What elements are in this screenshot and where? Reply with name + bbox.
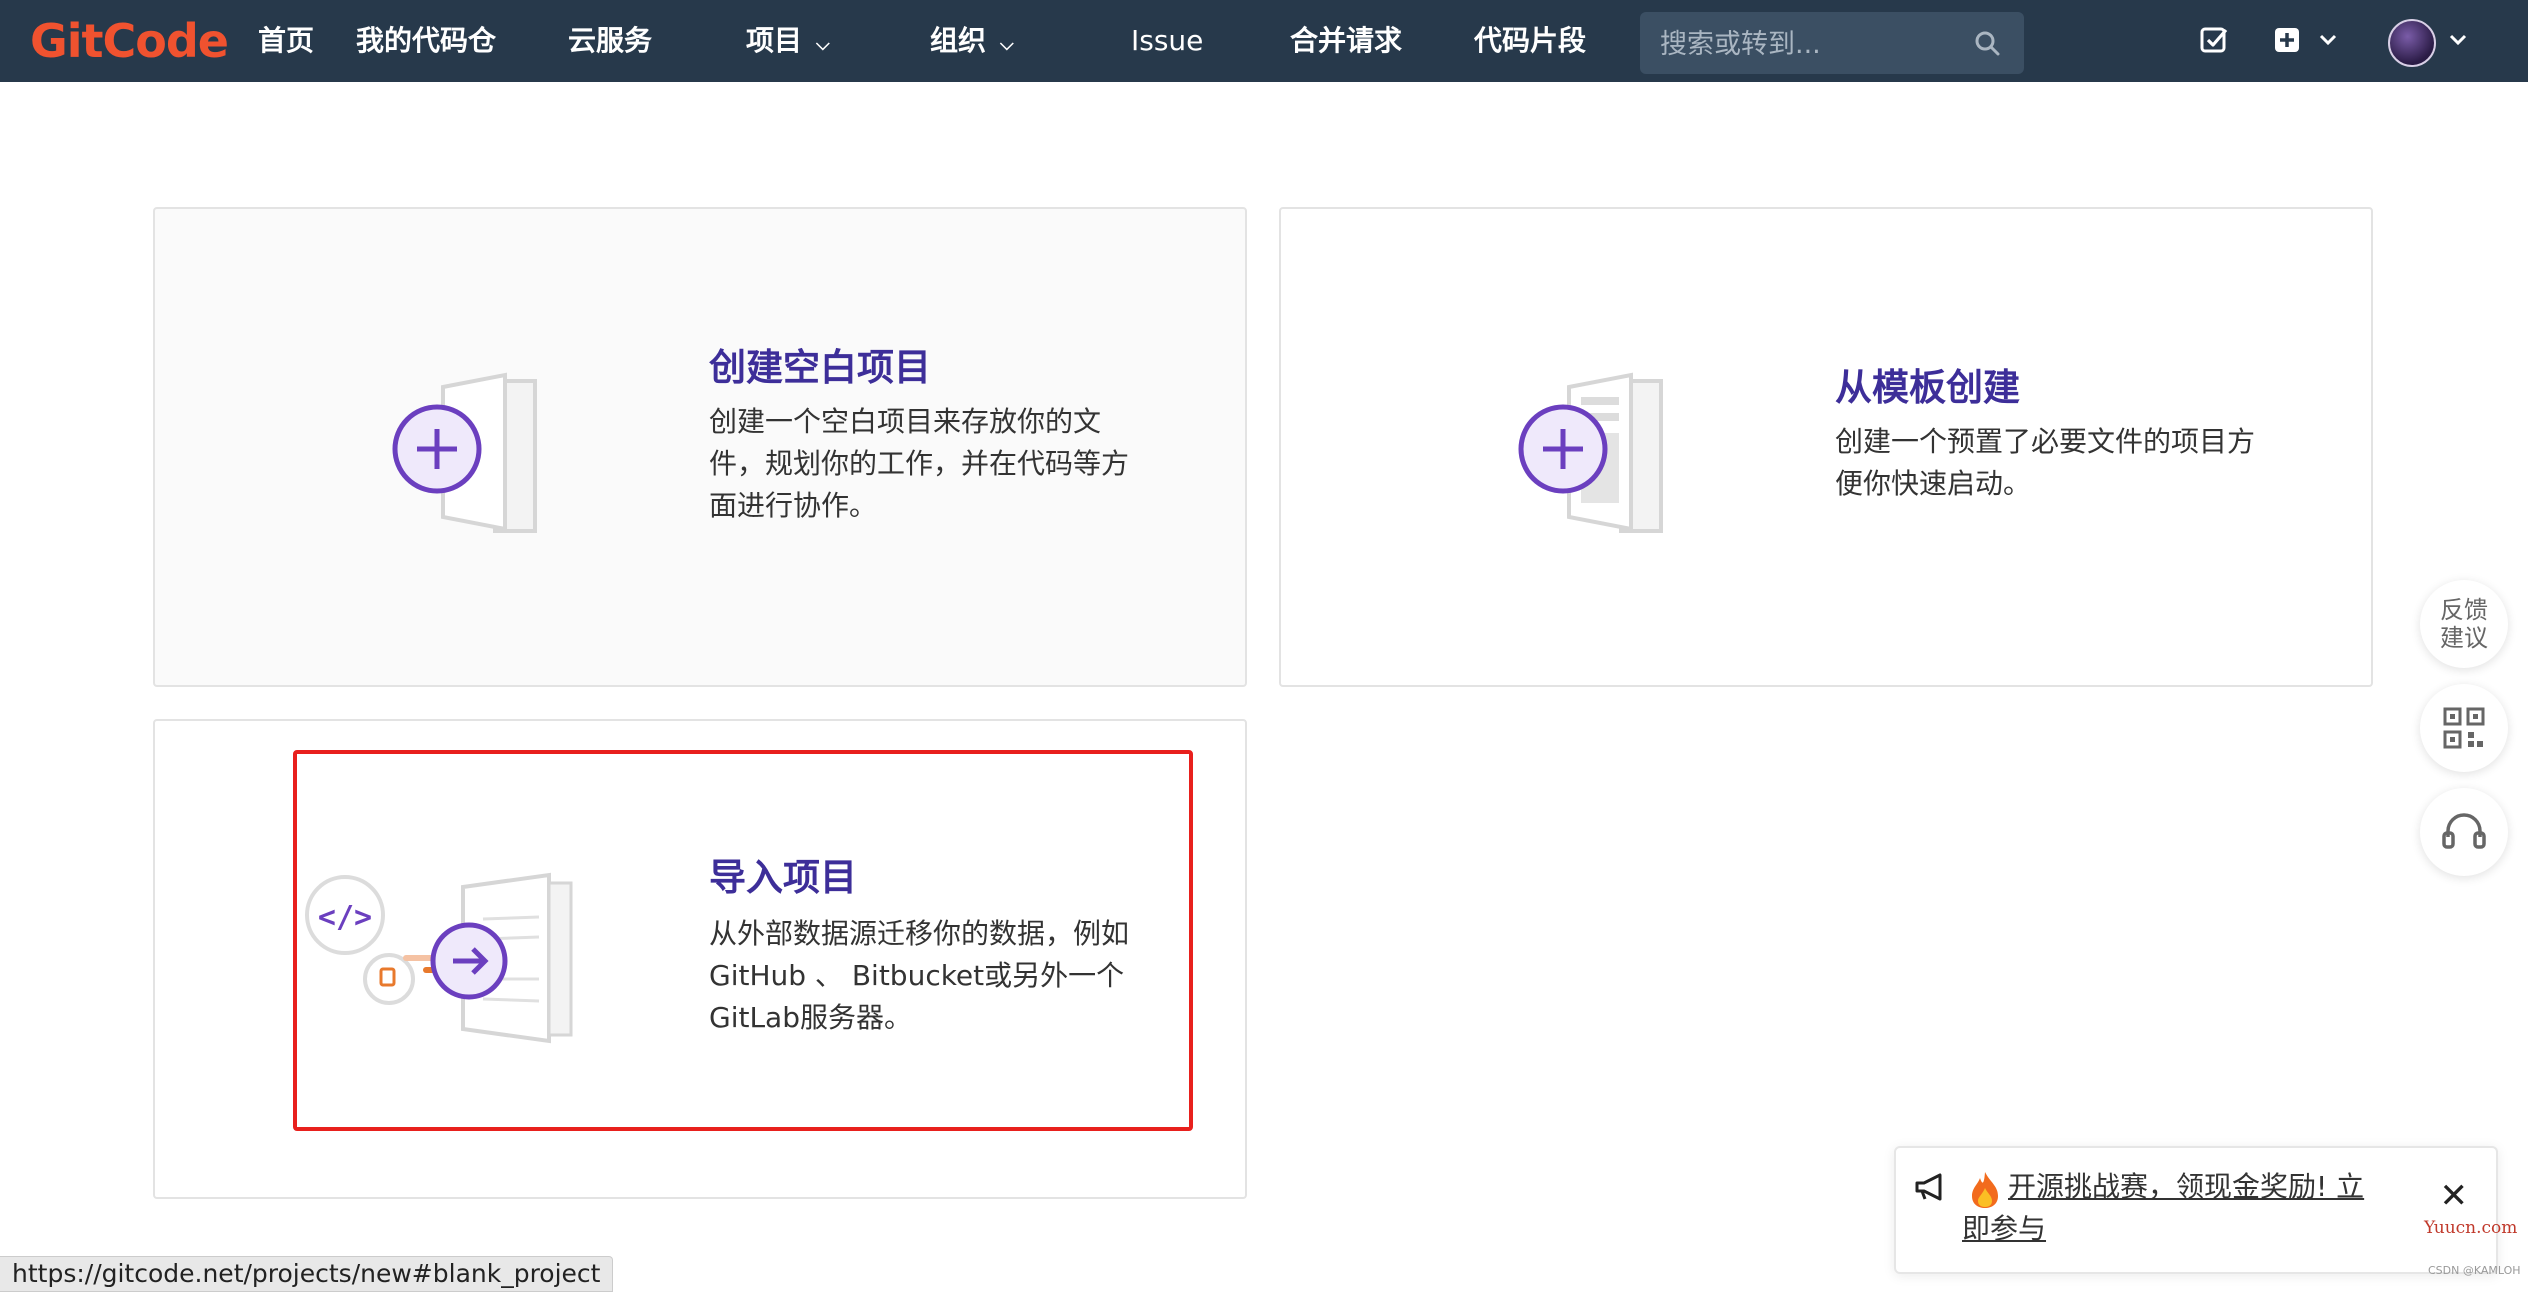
nav-projects-dropdown[interactable]: 项目 ⌵: [746, 0, 830, 82]
template-illustration-icon: [1518, 372, 1663, 533]
promo-toast: 开源挑战赛，领现金奖励! 立即参与 ✕: [1894, 1146, 2498, 1274]
search-icon[interactable]: [1974, 30, 2000, 56]
status-bar-url: https://gitcode.net/projects/new#blank_p…: [0, 1256, 614, 1292]
feedback-button[interactable]: 反馈建议: [2420, 580, 2508, 668]
nav-cloud-services[interactable]: 云服务: [568, 0, 652, 82]
user-avatar[interactable]: [2388, 19, 2436, 67]
chevron-down-icon: ⌵: [1000, 34, 1014, 55]
chevron-down-icon: ⌵: [816, 34, 830, 55]
chevron-down-icon[interactable]: [2448, 32, 2468, 48]
watermark-site: Yuucn.com: [2424, 1218, 2518, 1238]
qrcode-icon: [2443, 707, 2485, 749]
gitcode-logo[interactable]: GitCode: [30, 14, 229, 68]
todo-check-icon[interactable]: [2198, 24, 2230, 56]
nav-my-repos[interactable]: 我的代码仓: [356, 0, 496, 82]
nav-merge-requests[interactable]: 合并请求: [1290, 0, 1402, 82]
card-description: 创建一个空白项目来存放你的文件，规划你的工作，并在代码等方面进行协作。: [709, 405, 1130, 522]
nav-issue[interactable]: Issue: [1131, 0, 1203, 82]
create-new-icon[interactable]: [2272, 24, 2304, 56]
headset-icon: [2442, 813, 2486, 849]
create-from-template-card[interactable]: 从模板创建 创建一个预置了必要文件的项目方便你快速启动。: [1279, 207, 2373, 687]
card-description: 创建一个预置了必要文件的项目方便你快速启动。: [1835, 425, 2256, 500]
close-icon[interactable]: ✕: [2440, 1176, 2469, 1216]
nav-snippets[interactable]: 代码片段: [1474, 0, 1586, 82]
top-navbar: GitCode 首页 我的代码仓 云服务 项目 ⌵ 组织 ⌵ Issue 合并请求 …: [0, 0, 2528, 82]
search-input[interactable]: [1658, 22, 1962, 66]
card-title: 创建空白项目: [709, 346, 931, 389]
megaphone-icon: [1915, 1173, 1942, 1201]
customer-service-button[interactable]: [2420, 788, 2508, 876]
promo-link[interactable]: 开源挑战赛，领现金奖励! 立即参与: [1962, 1166, 2382, 1250]
blank-project-illustration-icon: [392, 372, 537, 533]
qrcode-button[interactable]: [2420, 684, 2508, 772]
chevron-down-icon[interactable]: [2318, 32, 2338, 48]
card-title: 从模板创建: [1835, 366, 2020, 409]
search-box: [1640, 12, 2024, 74]
nav-groups-dropdown[interactable]: 组织 ⌵: [930, 0, 1014, 82]
red-highlight-box: [293, 750, 1193, 1131]
nav-home[interactable]: 首页: [258, 0, 314, 82]
create-blank-project-card[interactable]: 创建空白项目 创建一个空白项目来存放你的文件，规划你的工作，并在代码等方面进行协…: [153, 207, 1247, 687]
watermark-credit: CSDN @KAMLOH: [2428, 1264, 2521, 1277]
